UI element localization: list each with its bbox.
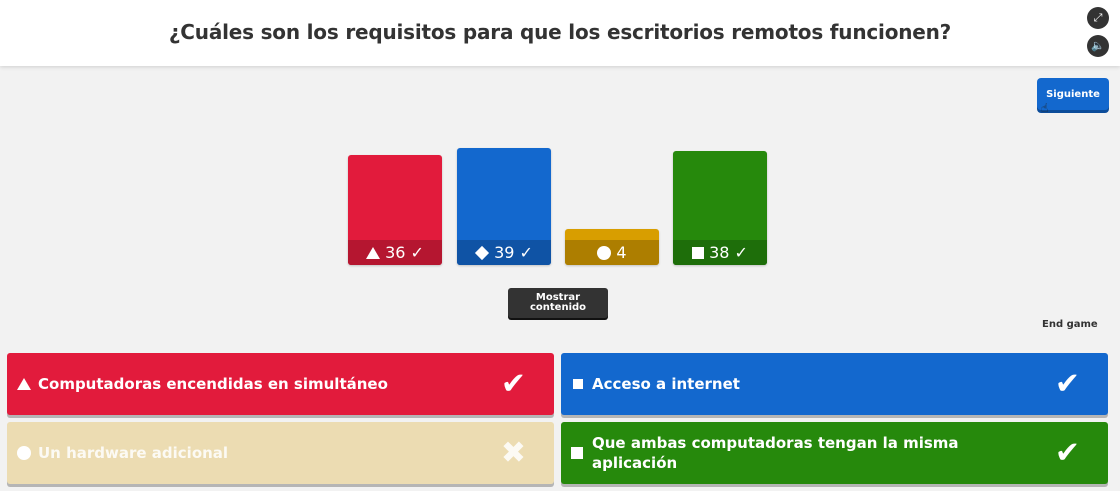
circle-icon [597, 245, 612, 260]
result-bar-triangle: 36 ✓ [348, 155, 442, 265]
triangle-icon [366, 246, 381, 259]
result-bar-diamond: 39 ✓ [457, 148, 551, 265]
result-bar-circle: 4 [565, 229, 659, 265]
diamond-icon [475, 245, 490, 260]
check-icon: ✓ [519, 243, 533, 262]
header-bar: ¿Cuáles son los requisitos para que los … [0, 0, 1120, 66]
answer-triangle: Computadoras encendidas en simultáneo ✔ [7, 353, 554, 415]
show-content-button[interactable]: Mostrar contenido [508, 288, 608, 318]
hand-cursor-icon: ☝ [1041, 101, 1049, 115]
square-icon [571, 447, 583, 459]
result-bar-square: 38 ✓ [673, 151, 767, 265]
bar-label: 38 ✓ [673, 240, 767, 265]
expand-icon[interactable]: ⤢ [1087, 7, 1109, 29]
bar-label: 4 [565, 240, 659, 265]
circle-icon [17, 446, 31, 460]
check-icon: ✔ [1054, 366, 1080, 402]
answer-count: 38 [709, 243, 730, 262]
answer-diamond: Acceso a internet ✔ [561, 353, 1108, 415]
answer-text: Que ambas computadoras tengan la misma a… [592, 434, 959, 472]
answer-count: 4 [616, 243, 627, 262]
question-title: ¿Cuáles son los requisitos para que los … [168, 20, 952, 44]
check-icon: ✓ [734, 243, 748, 262]
square-icon [692, 246, 705, 259]
answer-square: Que ambas computadoras tengan la misma a… [561, 422, 1108, 484]
end-game-link[interactable]: End game [1042, 319, 1098, 330]
speaker-icon[interactable]: 🔈 [1087, 35, 1109, 57]
answer-count: 36 [385, 243, 406, 262]
answer-circle: Un hardware adicional ✖ [7, 422, 554, 484]
bar-label: 39 ✓ [457, 240, 551, 265]
answer-text: Un hardware adicional [38, 444, 229, 462]
answer-count: 39 [494, 243, 515, 262]
check-icon: ✔ [500, 366, 526, 402]
show-content-line2: contenido [529, 302, 587, 313]
check-icon: ✔ [1054, 435, 1080, 471]
triangle-icon [17, 378, 31, 390]
diamond-icon [573, 379, 583, 389]
check-icon: ✓ [410, 243, 424, 262]
answer-text: Acceso a internet [592, 375, 740, 393]
answer-text: Computadoras encendidas en simultáneo [38, 375, 388, 393]
bar-label: 36 ✓ [348, 240, 442, 265]
cross-icon: ✖ [500, 435, 526, 471]
